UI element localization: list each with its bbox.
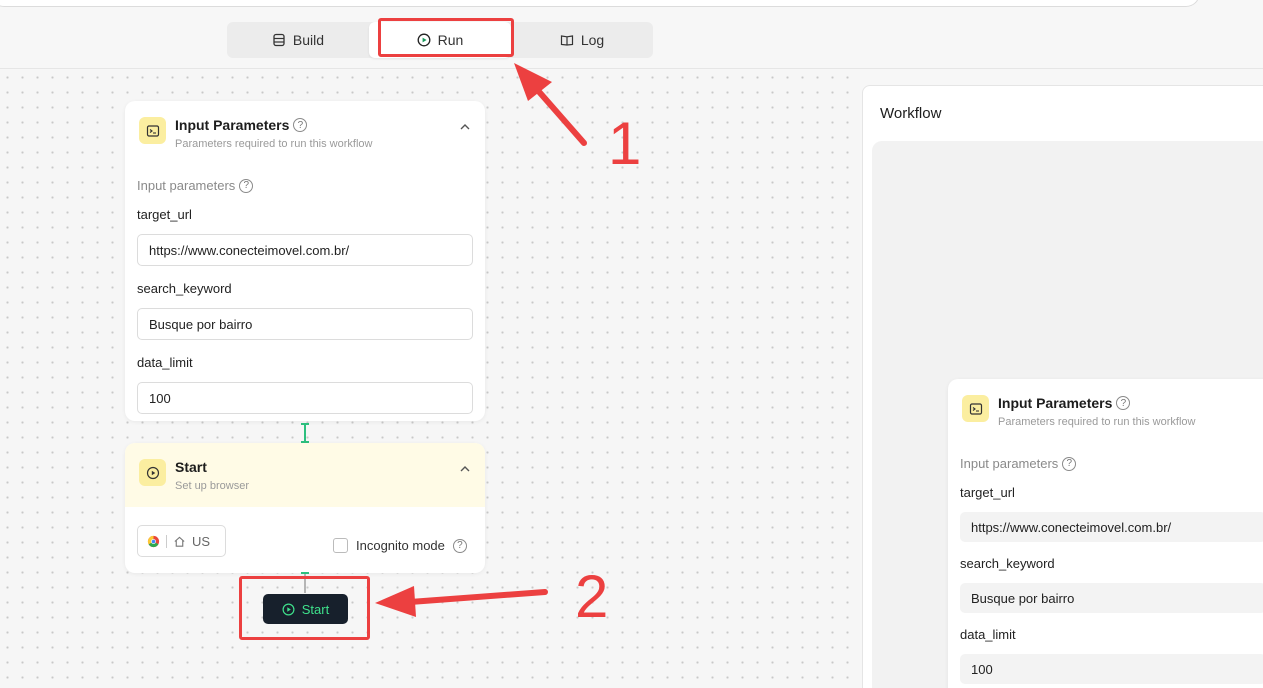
help-icon[interactable]: ?	[239, 178, 254, 193]
annotation-number-2: 2	[575, 563, 609, 630]
node-subtitle: Set up browser	[175, 480, 249, 492]
help-icon[interactable]: ?	[1116, 396, 1131, 410]
annotation-number-1: 1	[608, 110, 642, 177]
tab-log[interactable]: Log	[511, 22, 653, 58]
incognito-checkbox[interactable]	[333, 538, 348, 553]
tab-build[interactable]: Build	[227, 22, 369, 58]
input-parameters-node[interactable]: Input Parameters? Parameters required to…	[125, 101, 485, 421]
terminal-icon	[962, 395, 989, 422]
connector-handle	[301, 423, 309, 425]
help-icon[interactable]: ?	[293, 118, 308, 132]
field-label-search-keyword: search_keyword	[137, 281, 232, 296]
build-icon	[273, 33, 285, 47]
field-label-target-url: target_url	[137, 207, 192, 222]
node-subtitle: Parameters required to run this workflow	[175, 138, 373, 150]
field-label-search-keyword: search_keyword	[960, 556, 1055, 571]
home-icon	[174, 536, 185, 547]
address-bar-edge	[0, 0, 1200, 7]
divider	[166, 534, 167, 548]
node-subtitle: Parameters required to run this workflow	[998, 416, 1196, 428]
start-node[interactable]: Start Set up browser US Incognito mode ?	[125, 443, 485, 573]
chrome-icon	[147, 535, 160, 547]
annotation-highlight-run	[378, 18, 514, 57]
node-title: Start	[175, 459, 207, 475]
target-url-input[interactable]: https://www.conecteimovel.com.br/	[137, 234, 473, 266]
play-circle-icon	[139, 459, 166, 486]
field-label-data-limit: data_limit	[137, 355, 193, 370]
section-label: Input parameters	[137, 178, 236, 193]
node-connector	[304, 424, 306, 442]
field-label-data-limit: data_limit	[960, 627, 1016, 642]
section-label: Input parameters	[960, 456, 1059, 471]
tab-build-label: Build	[292, 32, 325, 48]
preview-input-parameters-node[interactable]: Input Parameters? Parameters required to…	[948, 379, 1263, 688]
help-icon[interactable]: ?	[452, 538, 467, 553]
node-title: Input Parameters	[175, 117, 290, 133]
node-header: Input Parameters? Parameters required to…	[125, 101, 485, 161]
data-limit-input[interactable]: 100	[137, 382, 473, 414]
help-icon[interactable]: ?	[1062, 456, 1077, 471]
region-label: US	[192, 533, 211, 549]
node-header: Start Set up browser	[125, 443, 485, 507]
incognito-label: Incognito mode	[356, 538, 445, 553]
search-keyword-input[interactable]: Busque por bairro	[137, 308, 473, 340]
chevron-up-icon[interactable]	[459, 121, 471, 133]
data-limit-value: 100	[960, 654, 1263, 684]
panel-title: Workflow	[880, 105, 942, 122]
incognito-option[interactable]: Incognito mode ?	[333, 538, 467, 553]
connector-handle	[301, 572, 309, 574]
node-title: Input Parameters	[998, 395, 1113, 411]
target-url-value: https://www.conecteimovel.com.br/	[960, 512, 1263, 542]
terminal-icon	[139, 117, 166, 144]
chevron-up-icon[interactable]	[459, 463, 471, 475]
tab-log-label: Log	[580, 32, 605, 48]
node-header: Input Parameters? Parameters required to…	[948, 379, 1263, 439]
browser-selector[interactable]: US	[137, 525, 226, 557]
search-keyword-value: Busque por bairro	[960, 583, 1263, 613]
field-label-target-url: target_url	[960, 485, 1015, 500]
top-toolbar: Build Run Log	[0, 0, 1263, 69]
annotation-highlight-start	[239, 576, 370, 640]
book-icon	[560, 35, 573, 46]
